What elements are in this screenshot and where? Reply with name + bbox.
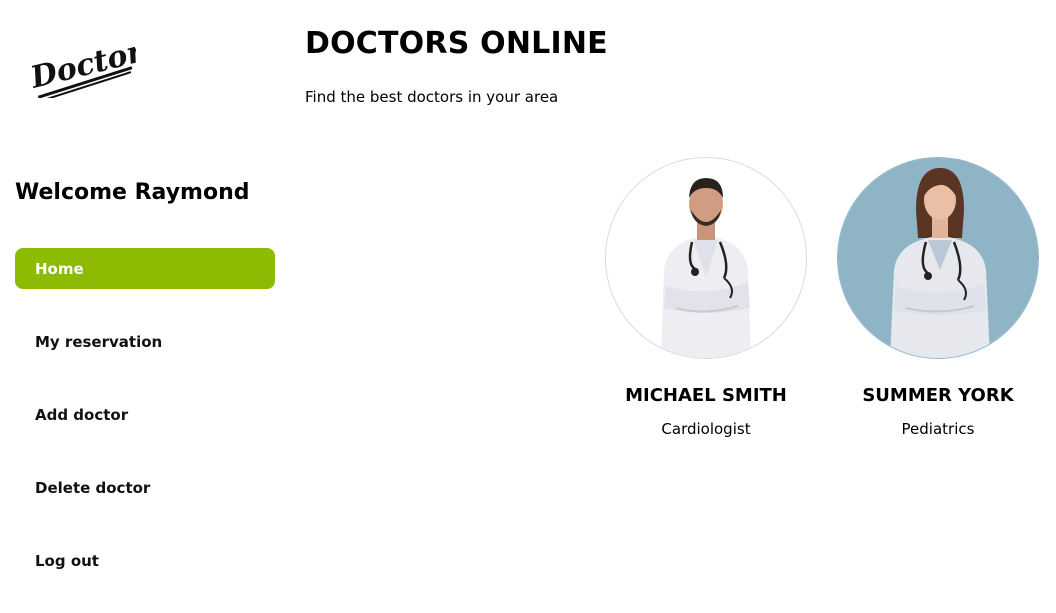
- doctor-card[interactable]: MICHAEL SMITH Cardiologist: [604, 157, 808, 438]
- doctor-specialty: Cardiologist: [661, 420, 751, 438]
- sidebar-item-log-out[interactable]: Log out: [15, 540, 275, 581]
- doctor-specialty: Pediatrics: [901, 420, 975, 438]
- doctor-name: MICHAEL SMITH: [625, 385, 787, 406]
- sidebar-item-my-reservation[interactable]: My reservation: [15, 321, 275, 362]
- doctor-name: SUMMER YORK: [862, 385, 1014, 406]
- sidebar-item-add-doctor[interactable]: Add doctor: [15, 394, 275, 435]
- sidebar-item-label: Log out: [35, 551, 99, 570]
- logo-text: Doctors: [26, 34, 136, 96]
- doctor-card[interactable]: SUMMER YORK Pediatrics: [836, 157, 1040, 438]
- page-title: DOCTORS ONLINE: [305, 26, 608, 61]
- doctor-photo[interactable]: [605, 157, 807, 359]
- sidebar-item-label: Home: [35, 259, 84, 278]
- sidebar-item-label: Add doctor: [35, 405, 129, 424]
- doctor-photo[interactable]: [837, 157, 1039, 359]
- welcome-message: Welcome Raymond: [15, 180, 250, 205]
- logo[interactable]: Doctors: [26, 30, 163, 102]
- sidebar-item-label: My reservation: [35, 332, 163, 351]
- sidebar-item-label: Delete doctor: [35, 478, 151, 497]
- page-subtitle: Find the best doctors in your area: [305, 88, 559, 106]
- sidebar-item-delete-doctor[interactable]: Delete doctor: [15, 467, 275, 508]
- sidebar-nav: Home My reservation Add doctor Delete do…: [15, 248, 275, 613]
- sidebar-item-home[interactable]: Home: [15, 248, 275, 289]
